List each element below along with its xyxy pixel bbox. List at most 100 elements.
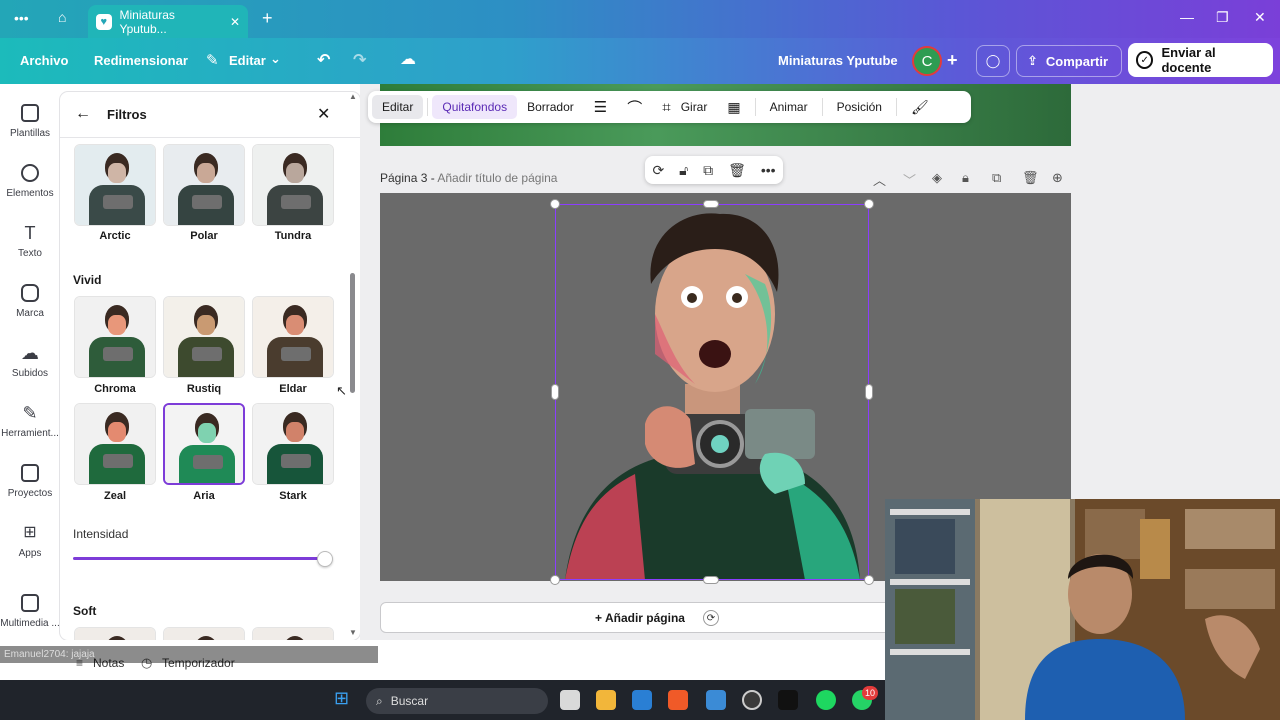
obs-icon[interactable] (742, 690, 762, 710)
panel-scrollbar[interactable]: ▲ ▼ (349, 92, 357, 637)
filter-thumb-aria[interactable] (163, 403, 245, 485)
sidebar-item-subidos[interactable]: ☁ Subidos (0, 344, 60, 379)
add-page-button[interactable]: + Añadir página (380, 602, 900, 633)
resize-handle[interactable] (864, 199, 874, 209)
filter-thumb-rustiq[interactable] (163, 296, 245, 378)
sidebar-item-plantillas[interactable]: Plantillas (0, 104, 60, 139)
close-icon[interactable]: ✕ (230, 15, 240, 29)
filter-thumb-soft-3[interactable] (252, 627, 334, 640)
resize-handle[interactable] (550, 575, 560, 585)
taskbar-search[interactable]: ⌕ Buscar (366, 688, 548, 714)
transparency-icon[interactable]: ▦ (717, 95, 750, 119)
comment-button[interactable]: ◯ (976, 45, 1010, 77)
menu-redimensionar[interactable]: Redimensionar (94, 53, 188, 68)
restore-icon[interactable]: ❐ (1216, 9, 1229, 26)
sidebar-item-herramientas[interactable]: ✎ Herramient... (0, 404, 60, 439)
paint-format-icon[interactable]: 🖌 (901, 95, 939, 119)
delete-icon[interactable]: 🗑︎ (728, 162, 746, 179)
chevron-down-icon[interactable]: ⌄ (270, 51, 281, 67)
home-icon[interactable]: ⌂ (58, 9, 66, 25)
whatsapp-badge: 10 (862, 686, 879, 700)
sidebar-item-multimedia[interactable]: Multimedia ... (0, 594, 60, 629)
avatar[interactable]: C (912, 46, 942, 76)
share-icon: ⇪ (1027, 53, 1038, 68)
lines-icon[interactable]: ☰ (584, 95, 617, 119)
filter-thumb-polar[interactable] (163, 144, 245, 226)
undo-icon[interactable]: ↶ (317, 50, 330, 70)
send-to-teacher-button[interactable]: ✓ Enviar al docente (1128, 43, 1273, 77)
sidebar-item-marca[interactable]: Marca (0, 284, 60, 319)
more-options-icon[interactable]: ••• (761, 162, 776, 178)
file-explorer-icon[interactable] (596, 690, 616, 710)
add-collaborator-icon[interactable]: + (947, 50, 958, 71)
photos-icon[interactable] (706, 690, 726, 710)
share-button[interactable]: ⇪ Compartir (1016, 45, 1122, 77)
chevron-up-icon[interactable]: ︿ (873, 170, 886, 189)
tool-animar[interactable]: Animar (760, 95, 818, 119)
browser-tab[interactable]: ♥ Miniaturas Yputub... ✕ (88, 5, 248, 38)
chevron-down-icon[interactable]: ﹀ (903, 170, 916, 189)
filter-thumb-chroma[interactable] (74, 296, 156, 378)
regenerate-icon[interactable]: ⟳ (652, 162, 664, 179)
scroll-up-icon[interactable]: ▲ (349, 92, 357, 101)
resize-handle[interactable] (865, 384, 873, 400)
minimize-icon[interactable]: — (1180, 9, 1194, 25)
sidebar-item-elementos[interactable]: Elementos (0, 164, 60, 199)
scrollbar-thumb[interactable] (350, 273, 355, 393)
menu-editar[interactable]: Editar (229, 53, 266, 68)
tool-posicion[interactable]: Posición (827, 95, 892, 119)
page-add-icon[interactable]: ⊕ (1052, 170, 1063, 186)
crop-icon[interactable]: ⌗ (652, 95, 680, 119)
page-delete-icon[interactable]: 🗑︎ (1022, 170, 1039, 186)
store-icon[interactable] (632, 690, 652, 710)
cloud-saved-icon[interactable]: ☁ (400, 49, 416, 69)
sidebar-item-texto[interactable]: T Texto (0, 224, 60, 259)
sidebar-item-label: Multimedia ... (0, 618, 60, 629)
resize-handle[interactable] (551, 384, 559, 400)
tool-girar[interactable]: Girar (681, 95, 718, 119)
filter-label: Eldar (279, 383, 307, 395)
filter-thumb-eldar[interactable] (252, 296, 334, 378)
scroll-down-icon[interactable]: ▼ (349, 628, 357, 637)
back-arrow-icon[interactable]: ← (75, 105, 91, 123)
filter-thumb-stark[interactable] (252, 403, 334, 485)
page-duplicate-icon[interactable]: ⧉ (992, 170, 1001, 186)
task-view-icon[interactable] (560, 690, 580, 710)
brave-browser-icon[interactable] (668, 690, 688, 710)
close-panel-icon[interactable]: ✕ (317, 104, 330, 124)
hide-icon[interactable]: ◈ (932, 170, 942, 186)
corner-curve-icon[interactable]: ⌒ (617, 95, 652, 119)
redo-icon[interactable]: ↷ (353, 50, 366, 70)
resize-handle[interactable] (703, 576, 719, 584)
panel-title: Filtros (107, 107, 147, 122)
tool-borrador[interactable]: Borrador (517, 95, 584, 119)
sidebar-item-label: Plantillas (9, 128, 51, 139)
intensity-slider-track[interactable] (73, 557, 323, 560)
more-dots-icon[interactable]: ••• (14, 10, 29, 26)
sidebar-item-apps[interactable]: ⊞ Apps (0, 524, 60, 559)
page-lock-icon[interactable]: 🔒︎ (962, 170, 969, 186)
resize-handle[interactable] (864, 575, 874, 585)
filter-thumb-arctic[interactable] (74, 144, 156, 226)
page-title-input[interactable]: Añadir título de página (437, 171, 557, 185)
filter-thumb-tundra[interactable] (252, 144, 334, 226)
sidebar-item-proyectos[interactable]: Proyectos (0, 464, 60, 499)
duplicate-icon[interactable]: ⧉ (703, 162, 713, 179)
intensity-slider-thumb[interactable] (317, 551, 333, 567)
tool-quitafondos[interactable]: Quitafondos (432, 95, 518, 119)
windows-start-icon[interactable]: ⊞ (334, 688, 349, 709)
filter-thumb-soft-2[interactable] (163, 627, 245, 640)
resize-handle[interactable] (550, 199, 560, 209)
window-close-icon[interactable]: ✕ (1254, 9, 1266, 26)
menu-archivo[interactable]: Archivo (20, 53, 68, 68)
tool-editar[interactable]: Editar (372, 95, 424, 119)
plus-icon[interactable]: + (262, 8, 273, 29)
filter-thumb-soft-1[interactable] (74, 627, 156, 640)
filter-thumb-zeal[interactable] (74, 403, 156, 485)
lock-icon[interactable]: 🔓︎ (679, 162, 688, 179)
rotate-icon[interactable]: ⟳ (703, 610, 719, 626)
tiktok-icon[interactable] (778, 690, 798, 710)
project-title[interactable]: Miniaturas Yputube (778, 53, 898, 68)
spotify-icon[interactable] (816, 690, 836, 710)
resize-handle[interactable] (703, 200, 719, 208)
